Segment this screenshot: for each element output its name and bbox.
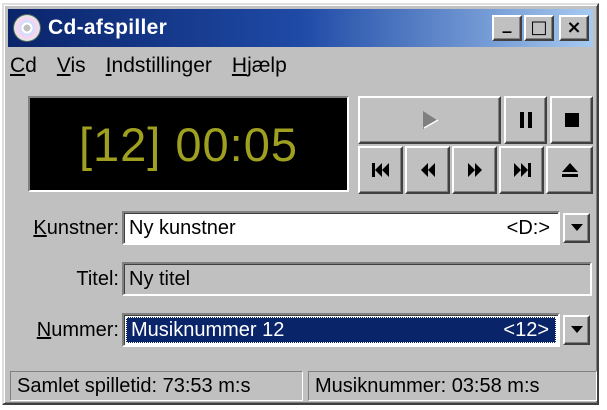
title-field[interactable]: Ny titel — [122, 262, 592, 296]
menu-vis[interactable]: Vis — [57, 54, 86, 82]
track-select[interactable]: Musiknummer 12 <12> — [122, 313, 560, 347]
stop-button[interactable] — [550, 96, 593, 144]
fast-forward-icon — [467, 163, 482, 177]
stop-icon — [564, 113, 579, 127]
fast-forward-button[interactable] — [452, 146, 497, 194]
rewind-icon — [420, 163, 435, 177]
maximize-button[interactable]: □ — [524, 15, 554, 41]
artist-label: Kunstner: — [33, 217, 119, 239]
play-icon — [422, 111, 438, 129]
pause-button[interactable] — [504, 96, 547, 144]
chevron-down-icon — [570, 224, 583, 231]
status-total-time: Samlet spilletid: 73:53 m:s — [10, 371, 303, 401]
next-track-button[interactable] — [499, 146, 544, 194]
skip-forward-icon — [513, 163, 531, 177]
close-button[interactable]: × — [559, 15, 589, 41]
eject-icon — [561, 163, 578, 177]
track-selection: Musiknummer 12 <12> — [126, 317, 556, 343]
title-value: Ny titel — [129, 267, 191, 290]
title-label: Titel: — [76, 268, 119, 290]
artist-dropdown-button[interactable] — [563, 213, 590, 243]
chevron-down-icon — [570, 326, 583, 333]
skip-back-icon — [371, 163, 389, 177]
menu-indstillinger[interactable]: Indstillinger — [106, 54, 212, 82]
track-label: Nummer: — [36, 319, 119, 341]
menu-bar: Cd Vis Indstillinger Hjælp — [10, 54, 307, 82]
status-track-time: Musiknummer: 03:58 m:s — [308, 371, 597, 401]
artist-field[interactable]: Ny kunstner <D:> — [122, 211, 560, 245]
previous-track-button[interactable] — [358, 146, 403, 194]
track-value: Musiknummer 12 — [131, 318, 285, 341]
rewind-button[interactable] — [405, 146, 450, 194]
pause-icon — [519, 112, 532, 128]
cd-icon[interactable] — [14, 15, 40, 41]
track-number-tag: <12> — [503, 318, 549, 341]
minimize-icon: _ — [502, 13, 512, 34]
window-title: Cd-afspiller — [48, 16, 168, 39]
drive-indicator: <D:> — [506, 216, 550, 239]
maximize-icon: □ — [530, 17, 548, 38]
minimize-button[interactable]: _ — [492, 15, 522, 41]
time-display: [12] 00:05 — [28, 96, 349, 192]
menu-hjaelp[interactable]: Hjælp — [232, 54, 287, 82]
menu-cd[interactable]: Cd — [10, 54, 37, 82]
title-bar[interactable]: Cd-afspiller _ □ × — [8, 9, 593, 47]
artist-value: Ny kunstner — [129, 216, 236, 239]
play-button[interactable] — [358, 96, 501, 144]
close-icon: × — [566, 17, 582, 38]
track-dropdown-button[interactable] — [563, 315, 590, 345]
eject-button[interactable] — [546, 146, 593, 194]
